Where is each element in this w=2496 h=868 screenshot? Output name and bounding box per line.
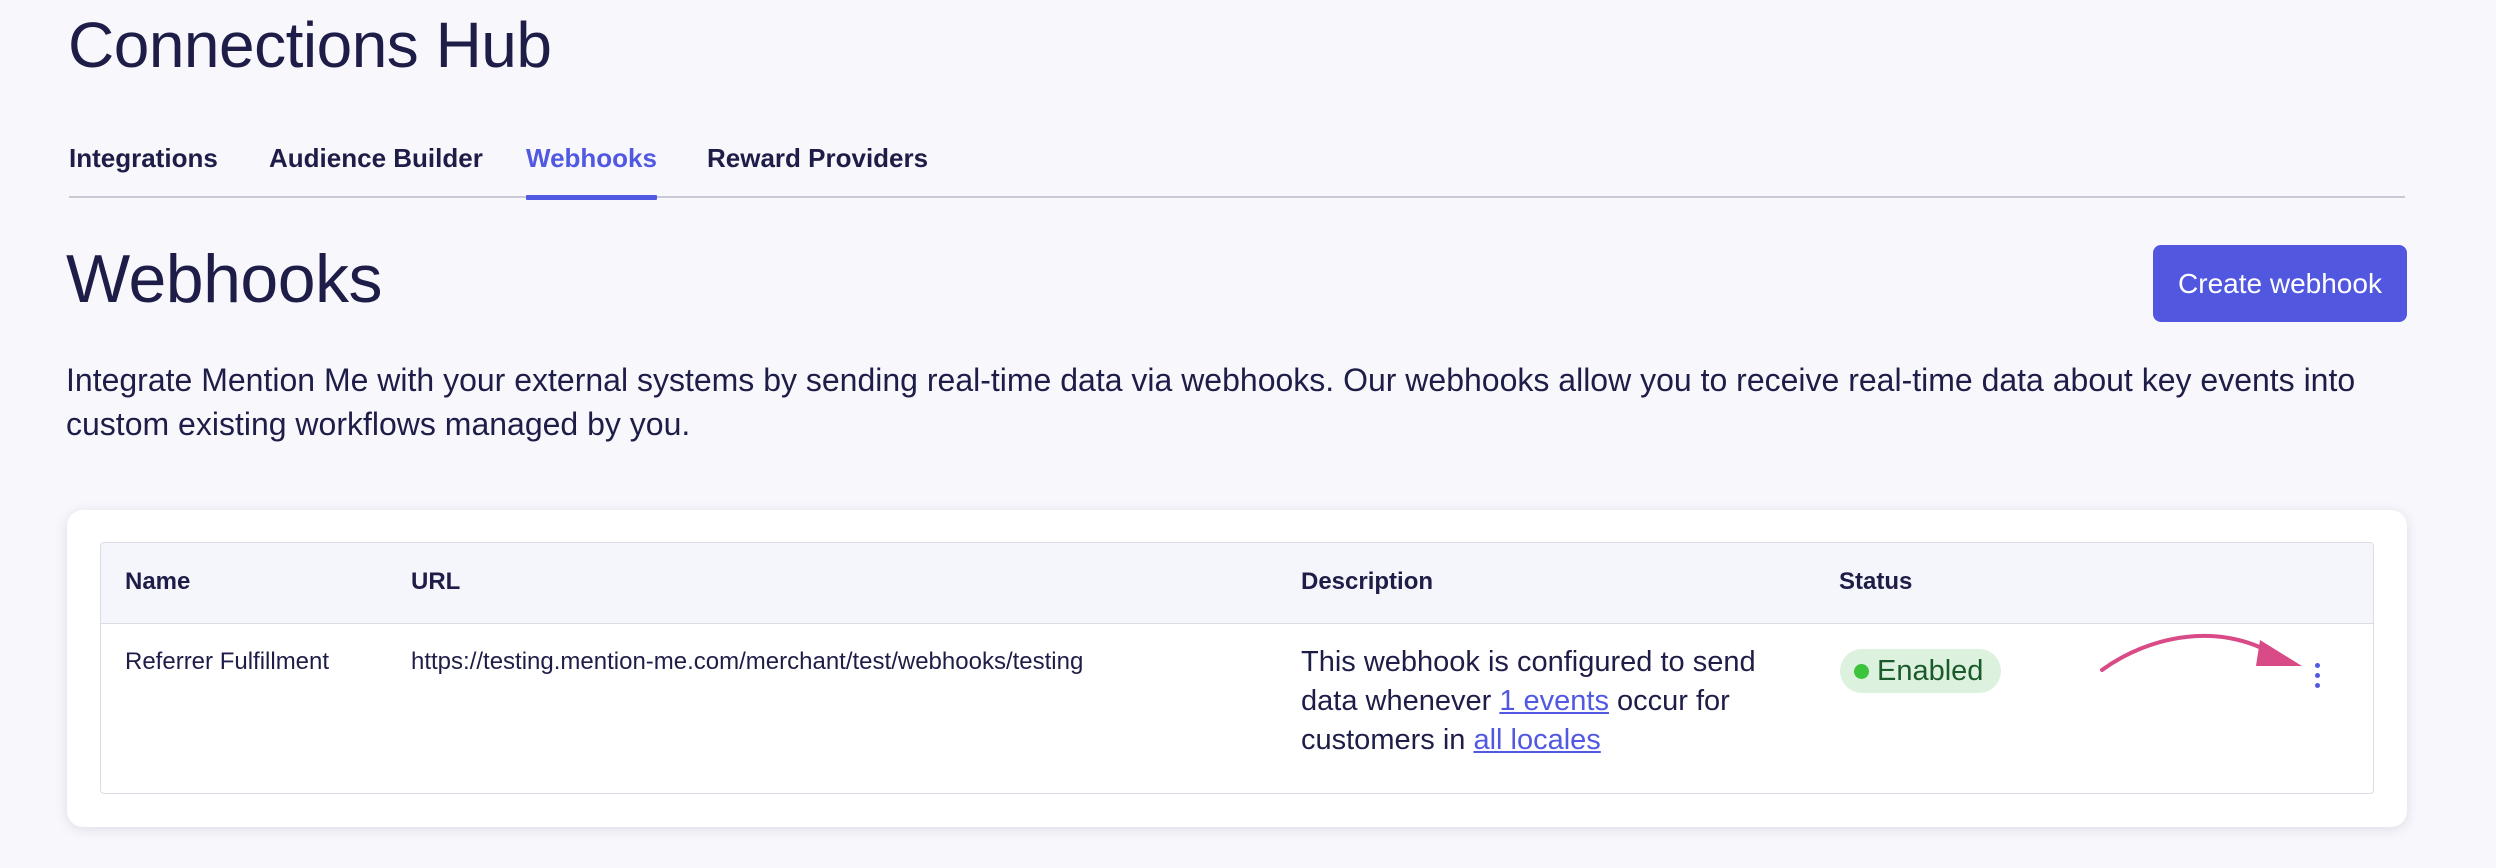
tab-integrations[interactable]: Integrations (69, 138, 218, 198)
header-status: Status (1839, 568, 1913, 595)
page-title: Connections Hub (68, 9, 552, 81)
locales-link[interactable]: all locales (1473, 724, 1600, 756)
intro-text: Integrate Mention Me with your external … (66, 362, 2356, 442)
tab-reward-providers[interactable]: Reward Providers (707, 138, 928, 198)
webhook-url: https://testing.mention-me.com/merchant/… (411, 648, 1084, 675)
connections-hub-page: Connections Hub Integrations Audience Bu… (0, 0, 2496, 868)
tab-webhooks[interactable]: Webhooks (526, 138, 657, 200)
header-name: Name (125, 568, 191, 595)
header-url: URL (411, 568, 461, 595)
tab-bar: Integrations Audience Builder Webhooks R… (69, 138, 2405, 200)
status-label: Enabled (1877, 654, 1984, 687)
section-title: Webhooks (66, 241, 383, 317)
status-dot-icon (1854, 663, 1869, 679)
webhooks-table: Name URL Description Status Referrer Ful… (100, 542, 2374, 794)
table-header: Name URL Description Status (101, 543, 2373, 624)
webhook-description: This webhook is configured to send data … (1301, 643, 1781, 760)
events-link[interactable]: 1 events (1499, 685, 1609, 717)
create-webhook-button[interactable]: Create webhook (2153, 245, 2407, 322)
annotation-arrow-icon (2100, 634, 2302, 672)
header-description: Description (1301, 568, 1434, 595)
tab-audience-builder[interactable]: Audience Builder (269, 138, 483, 198)
webhook-name: Referrer Fulfillment (125, 648, 330, 675)
webhooks-card: Name URL Description Status Referrer Ful… (67, 510, 2407, 827)
status-badge: Enabled (1840, 649, 2002, 693)
